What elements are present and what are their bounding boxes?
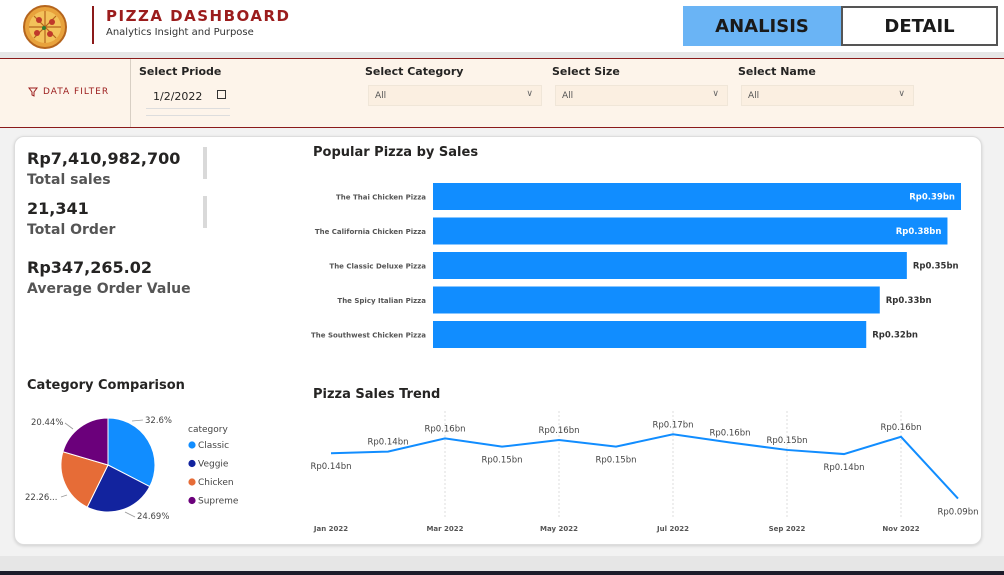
- period-filter-title: Select Priode: [139, 65, 222, 78]
- category-select[interactable]: All ∨: [368, 85, 542, 106]
- x-tick-label: Sep 2022: [769, 525, 806, 533]
- name-select-value: All: [748, 90, 760, 101]
- line-data-label: Rp0.16bn: [424, 424, 465, 434]
- x-tick-label: Jan 2022: [313, 525, 348, 533]
- bar-chart-title: Popular Pizza by Sales: [313, 145, 479, 160]
- bar-data-label: Rp0.38bn: [896, 227, 942, 237]
- size-select-value: All: [562, 90, 574, 101]
- period-date-input[interactable]: 1/2/2022: [146, 85, 230, 109]
- header: PIZZA DASHBOARD Analytics Insight and Pu…: [0, 0, 1004, 52]
- bar[interactable]: [433, 321, 867, 348]
- data-filter-text: DATA FILTER: [43, 87, 110, 97]
- line-chart: Rp0.14bn Rp0.14bn Rp0.16bn Rp0.15bn Rp0.16bn…: [310, 411, 979, 533]
- line-data-label: Rp0.15bn: [481, 456, 522, 466]
- chevron-down-icon: ∨: [712, 89, 719, 99]
- line-chart-title: Pizza Sales Trend: [313, 387, 441, 402]
- bar-category-label: The California Chicken Pizza: [315, 228, 426, 236]
- x-tick-label: Nov 2022: [882, 525, 919, 533]
- kpi-total-sales-value: Rp7,410,982,700: [27, 149, 181, 168]
- pizza-logo-icon: [23, 5, 67, 49]
- size-filter-title: Select Size: [552, 65, 620, 78]
- bar[interactable]: [433, 252, 907, 279]
- line-data-label: Rp0.17bn: [652, 420, 693, 430]
- bottom-bar: [0, 571, 1004, 575]
- calendar-icon[interactable]: [217, 90, 226, 99]
- line-data-label: Rp0.16bn: [538, 426, 579, 436]
- tab-detail[interactable]: DETAIL: [841, 6, 998, 46]
- dashboard-page: PIZZA DASHBOARD Analytics Insight and Pu…: [0, 0, 1004, 575]
- bar-data-label: Rp0.35bn: [913, 262, 959, 272]
- tab-analisis[interactable]: ANALISIS: [683, 6, 841, 46]
- line-data-label: Rp0.14bn: [310, 462, 351, 472]
- filter-bar: DATA FILTER Select Priode 1/2/2022 Selec…: [0, 58, 1004, 128]
- line-data-label: Rp0.14bn: [367, 438, 408, 448]
- bar-category-label: The Southwest Chicken Pizza: [311, 332, 426, 340]
- filter-divider: [130, 59, 131, 127]
- line-data-label: Rp0.16bn: [880, 423, 921, 433]
- header-divider: [92, 6, 94, 44]
- x-tick-label: May 2022: [540, 525, 578, 533]
- bar-category-label: The Thai Chicken Pizza: [336, 194, 426, 202]
- app-subtitle: Analytics Insight and Purpose: [106, 27, 254, 38]
- bar-data-label: Rp0.33bn: [886, 296, 932, 306]
- name-select[interactable]: All ∨: [741, 85, 914, 106]
- size-select[interactable]: All ∨: [555, 85, 728, 106]
- category-filter-title: Select Category: [365, 65, 464, 78]
- x-tick-label: Mar 2022: [426, 525, 463, 533]
- line-data-label: Rp0.16bn: [709, 429, 750, 439]
- bar[interactable]: [433, 217, 948, 245]
- app-title: PIZZA DASHBOARD: [106, 7, 291, 25]
- funnel-icon: [28, 87, 38, 97]
- x-tick-label: Jul 2022: [656, 525, 689, 533]
- bar-category-label: The Classic Deluxe Pizza: [329, 263, 426, 271]
- name-filter-title: Select Name: [738, 65, 816, 78]
- line-data-label: Rp0.15bn: [595, 456, 636, 466]
- data-filter-label: DATA FILTER: [28, 87, 109, 97]
- period-date-underline: [146, 115, 230, 116]
- line-data-label: Rp0.09bn: [937, 508, 978, 518]
- bar-category-label: The Spicy Italian Pizza: [337, 297, 426, 305]
- pie-chart-title: Category Comparison: [27, 378, 185, 393]
- bar[interactable]: [433, 286, 880, 314]
- chevron-down-icon: ∨: [898, 89, 905, 99]
- bar-chart: The Thai Chicken Pizza Rp0.39bn The Califo…: [311, 183, 961, 348]
- main-card: Rp7,410,982,700 Total sales 21,341 Total…: [14, 136, 982, 545]
- category-select-value: All: [375, 90, 387, 101]
- line-data-label: Rp0.14bn: [823, 463, 864, 473]
- period-date-value: 1/2/2022: [153, 90, 203, 103]
- line-data-label: Rp0.15bn: [766, 436, 807, 446]
- bar[interactable]: [433, 183, 961, 210]
- bar-data-label: Rp0.39bn: [909, 193, 955, 203]
- chevron-down-icon: ∨: [526, 89, 533, 99]
- bar-data-label: Rp0.32bn: [872, 331, 918, 341]
